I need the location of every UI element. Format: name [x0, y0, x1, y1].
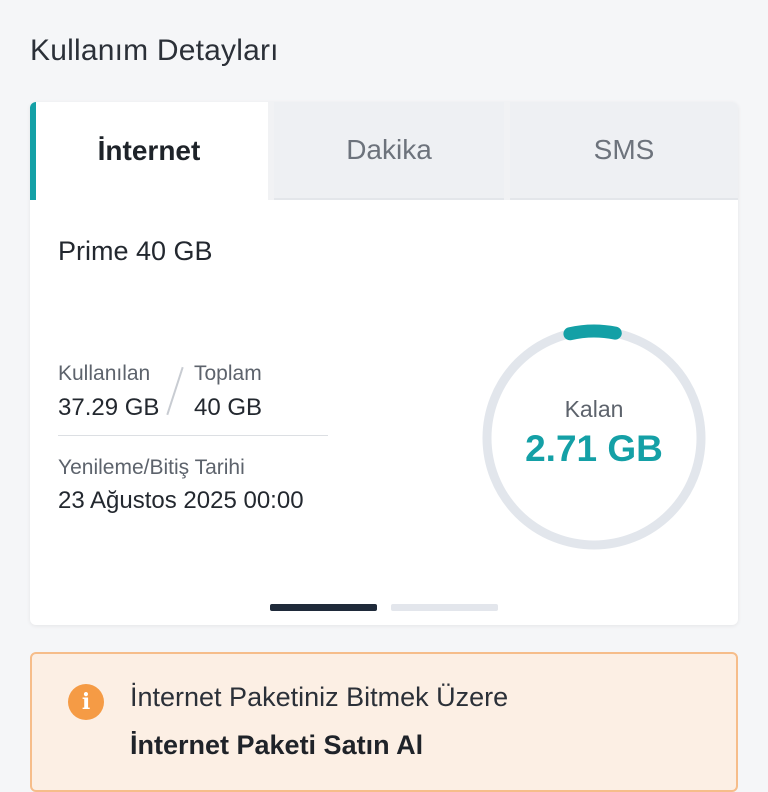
renewal-label: Yenileme/Bitiş Tarihi: [58, 456, 245, 479]
info-icon: i: [68, 684, 104, 720]
pager-indicator-2[interactable]: [391, 604, 498, 611]
pager-indicator-1[interactable]: [270, 604, 377, 611]
divider: [58, 435, 328, 436]
total-label: Toplam: [194, 362, 262, 385]
remaining-ring: Kalan 2.71 GB: [478, 322, 710, 554]
alert-banner: i İnternet Paketiniz Bitmek Üzere İntern…: [30, 652, 738, 792]
page-title: Kullanım Detayları: [30, 34, 279, 67]
total-value: 40 GB: [194, 394, 263, 421]
tab-sms[interactable]: SMS: [510, 102, 738, 200]
remaining-value: 2.71 GB: [525, 428, 663, 469]
usage-tabs: İnternet Dakika SMS: [30, 102, 738, 200]
alert-message: İnternet Paketiniz Bitmek Üzere: [130, 682, 509, 712]
buy-internet-package-link[interactable]: İnternet Paketi Satın Al: [130, 730, 423, 761]
separator-slash: [166, 366, 184, 416]
plan-name: Prime 40 GB: [58, 236, 213, 266]
usage-card: İnternet Dakika SMS Prime 40 GB Kullanıl…: [30, 102, 738, 625]
renewal-value: 23 Ağustos 2025 00:00: [58, 487, 304, 514]
used-value: 37.29 GB: [58, 394, 160, 421]
tab-internet[interactable]: İnternet: [30, 102, 268, 200]
used-label: Kullanılan: [58, 362, 151, 385]
tab-dakika[interactable]: Dakika: [274, 102, 504, 200]
remaining-label: Kalan: [564, 396, 624, 422]
